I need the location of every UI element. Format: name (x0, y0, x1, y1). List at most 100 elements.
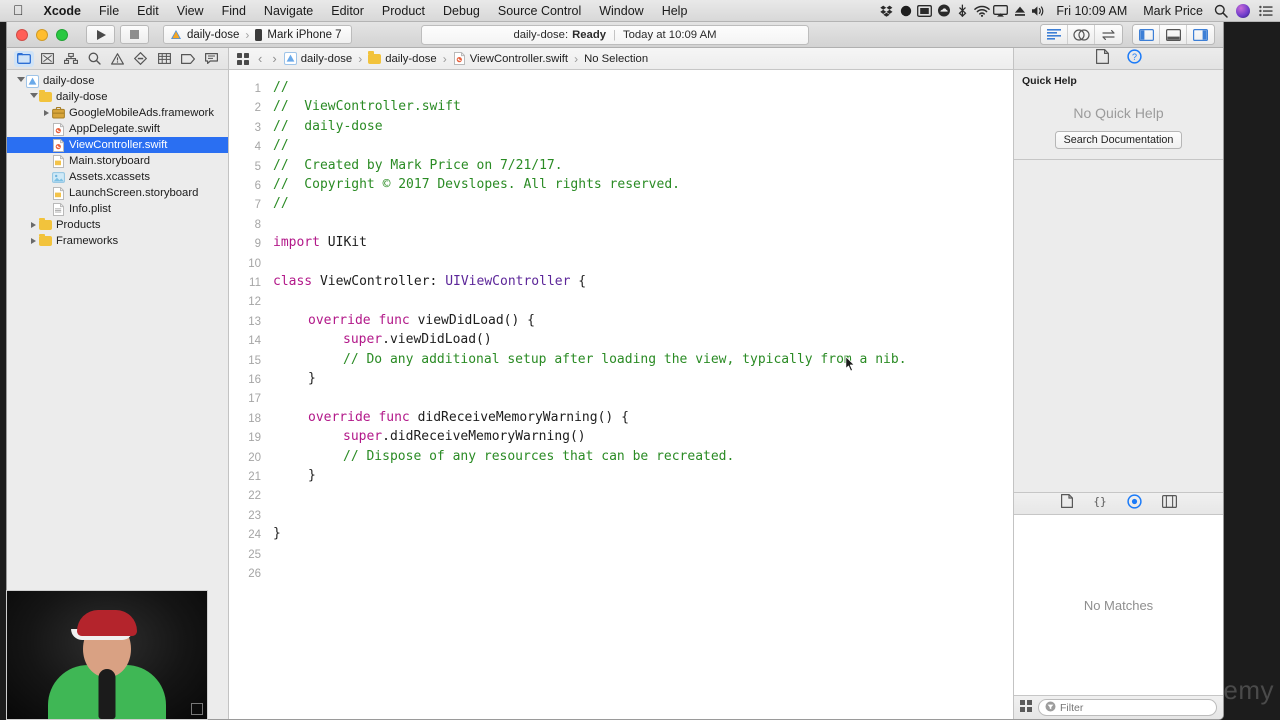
grid-view-icon[interactable] (1020, 699, 1032, 717)
test-navigator-tab[interactable] (131, 51, 151, 67)
code-line[interactable]: } (273, 524, 281, 543)
wifi-icon[interactable] (973, 3, 990, 19)
tree-row-launchscreen-storyboard[interactable]: LaunchScreen.storyboard (7, 185, 228, 201)
disclosure-triangle-icon[interactable] (41, 110, 52, 116)
eject-icon[interactable] (1011, 3, 1028, 19)
menu-item-debug[interactable]: Debug (434, 4, 489, 18)
tree-row-assets-xcassets[interactable]: Assets.xcassets (7, 169, 228, 185)
menu-item-navigate[interactable]: Navigate (255, 4, 322, 18)
filter-input[interactable] (1060, 701, 1210, 714)
breakpoint-navigator-tab[interactable] (178, 51, 198, 67)
standard-editor-button[interactable] (1041, 25, 1068, 44)
code-line[interactable]: // Do any additional setup after loading… (343, 350, 907, 369)
minimize-button[interactable] (36, 28, 48, 41)
code-line[interactable]: import UIKit (273, 233, 367, 252)
disclosure-triangle-icon[interactable] (28, 222, 39, 228)
code-line[interactable]: override func didReceiveMemoryWarning() … (308, 408, 629, 427)
zoom-button[interactable] (56, 28, 68, 41)
volume-icon[interactable] (1030, 3, 1047, 19)
run-button[interactable] (86, 25, 115, 44)
code-line[interactable]: class ViewController: UIViewController { (273, 272, 586, 291)
library-filter-field[interactable] (1038, 699, 1217, 716)
menu-item-xcode[interactable]: Xcode (35, 4, 91, 18)
code-line[interactable]: // Created by Mark Price on 7/21/17. (273, 156, 563, 175)
file-inspector-tab[interactable] (1095, 48, 1109, 69)
utilities-toggle-button[interactable] (1187, 25, 1214, 44)
webcam-video-overlay[interactable] (6, 590, 208, 720)
code-line[interactable]: // ViewController.swift (273, 97, 461, 116)
menu-item-view[interactable]: View (168, 4, 213, 18)
menu-item-editor[interactable]: Editor (322, 4, 373, 18)
media-library-tab[interactable] (1161, 494, 1177, 513)
code-line[interactable]: // (273, 78, 289, 97)
tree-row-googlemobileads-framework[interactable]: GoogleMobileAds.framework (7, 105, 228, 121)
stop-button[interactable] (120, 25, 149, 44)
code-line[interactable]: } (308, 466, 316, 485)
disclosure-triangle-icon[interactable] (28, 238, 39, 244)
menu-item-file[interactable]: File (90, 4, 128, 18)
tree-row-daily-dose[interactable]: daily-dose (7, 73, 228, 89)
debug-area-toggle-button[interactable] (1160, 25, 1187, 44)
find-navigator-tab[interactable] (84, 51, 104, 67)
circle-icon[interactable] (897, 3, 914, 19)
code-line[interactable]: override func viewDidLoad() { (308, 311, 535, 330)
bluetooth-icon[interactable] (954, 3, 971, 19)
file-template-library-tab[interactable] (1060, 494, 1073, 513)
menu-item-find[interactable]: Find (213, 4, 255, 18)
quick-help-inspector-tab[interactable]: ? (1126, 48, 1142, 69)
notification-center-icon[interactable] (1257, 3, 1274, 19)
assistant-editor-button[interactable] (1068, 25, 1095, 44)
code-line[interactable]: // daily-dose (273, 117, 383, 136)
tree-row-viewcontroller-swift[interactable]: ViewController.swift (7, 137, 228, 153)
code-line[interactable]: super.didReceiveMemoryWarning() (343, 427, 586, 446)
menu-bar-user[interactable]: Mark Price (1136, 4, 1210, 18)
menu-item-product[interactable]: Product (373, 4, 434, 18)
forward-chevron-icon[interactable]: › (269, 51, 279, 66)
navigator-toggle-button[interactable] (1133, 25, 1160, 44)
project-navigator-tab[interactable] (13, 50, 34, 67)
tree-row-info-plist[interactable]: Info.plist (7, 201, 228, 217)
menu-item-help[interactable]: Help (653, 4, 697, 18)
search-icon[interactable] (1212, 3, 1229, 19)
cloud-icon[interactable] (935, 3, 952, 19)
source-code-editor[interactable]: 1 2 3 4 5 6 7 8 9 10 11 12 13 14 15 16 17 18 19 20 21 22 23 24 2… (229, 70, 1013, 719)
issue-navigator-tab[interactable] (107, 51, 127, 67)
related-items-icon[interactable] (235, 52, 251, 65)
menu-item-edit[interactable]: Edit (128, 4, 168, 18)
tree-row-products[interactable]: Products (7, 217, 228, 233)
breadcrumb-item-1[interactable]: daily-dose (368, 51, 437, 65)
code-line[interactable]: // Copyright © 2017 Devslopes. All right… (273, 175, 680, 194)
breadcrumb-item-3[interactable]: No Selection (584, 53, 648, 65)
code-line[interactable]: super.viewDidLoad() (343, 330, 492, 349)
tree-row-frameworks[interactable]: Frameworks (7, 233, 228, 249)
disclosure-triangle-icon[interactable] (15, 77, 26, 85)
source-control-navigator-tab[interactable] (37, 51, 57, 67)
symbol-navigator-tab[interactable] (61, 51, 81, 67)
debug-navigator-tab[interactable] (154, 51, 174, 67)
breadcrumb-item-2[interactable]: ViewController.swift (453, 52, 568, 65)
back-chevron-icon[interactable]: ‹ (255, 51, 265, 66)
dropbox-icon[interactable] (878, 3, 895, 19)
menu-item-window[interactable]: Window (590, 4, 652, 18)
code-line[interactable]: // Dispose of any resources that can be … (343, 447, 734, 466)
menu-item-source-control[interactable]: Source Control (489, 4, 590, 18)
object-library-tab[interactable] (1126, 493, 1142, 514)
code-line[interactable]: } (308, 369, 316, 388)
tree-row-main-storyboard[interactable]: Main.storyboard (7, 153, 228, 169)
code-line[interactable]: // (273, 136, 289, 155)
version-editor-button[interactable] (1095, 25, 1122, 44)
breadcrumb-item-0[interactable]: daily-dose (283, 52, 352, 65)
apple-logo-icon[interactable]:  (0, 3, 35, 17)
code-snippet-library-tab[interactable]: {} (1093, 494, 1107, 513)
menu-bar-clock[interactable]: Fri 10:09 AM (1049, 4, 1134, 18)
airplay-icon[interactable] (992, 3, 1009, 19)
close-button[interactable] (16, 28, 28, 41)
report-navigator-tab[interactable] (201, 51, 221, 67)
search-documentation-button[interactable]: Search Documentation (1054, 131, 1183, 149)
tree-row-daily-dose[interactable]: daily-dose (7, 89, 228, 105)
disclosure-triangle-icon[interactable] (28, 93, 39, 101)
code-line[interactable]: // (273, 194, 289, 213)
scheme-selector[interactable]: daily-dose › Mark iPhone 7 (163, 25, 352, 44)
siri-icon[interactable] (1236, 3, 1250, 18)
tree-row-appdelegate-swift[interactable]: AppDelegate.swift (7, 121, 228, 137)
